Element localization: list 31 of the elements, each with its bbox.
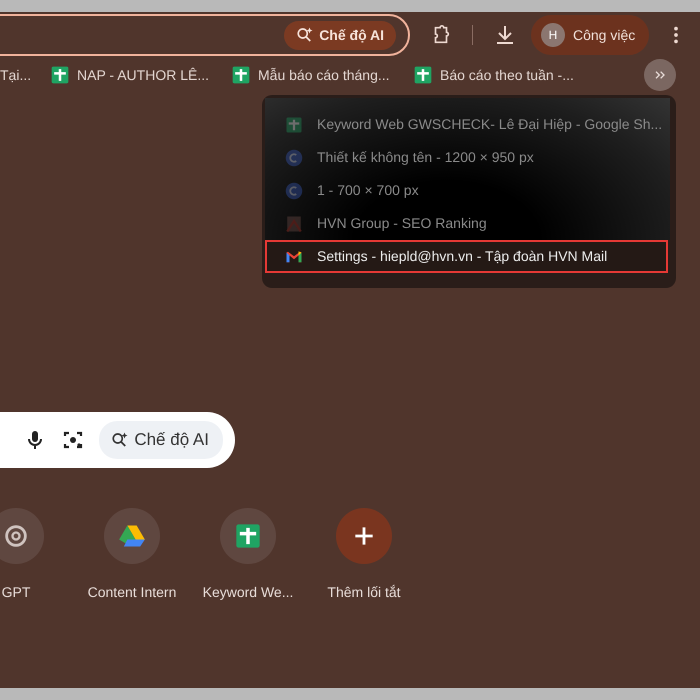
sheet-icon bbox=[413, 65, 433, 85]
menu-item[interactable]: HVN Group - SEO Ranking bbox=[265, 207, 668, 240]
ai-search-icon bbox=[296, 26, 314, 44]
c-logo-icon bbox=[285, 148, 303, 166]
avatar: H bbox=[541, 23, 565, 47]
search-box[interactable]: Chế độ AI bbox=[0, 412, 235, 468]
menu-item[interactable]: Keyword Web GWSCHECK- Lê Đại Hiệp - Google Sh... bbox=[265, 108, 668, 141]
sheet-icon bbox=[231, 65, 251, 85]
shortcut-label: GPT bbox=[2, 583, 30, 602]
bookmark[interactable]: Tại... bbox=[0, 64, 32, 86]
sheet-icon bbox=[234, 522, 262, 550]
shortcut-label: Thêm lối tắt bbox=[327, 583, 401, 602]
menu-item[interactable]: Settings - hiepld@hvn.vn - Tập đoàn HVN Mail bbox=[265, 240, 668, 273]
ai-mode-button[interactable]: Chế độ AI bbox=[99, 421, 223, 459]
bookmark[interactable]: Báo cáo theo tuần -... bbox=[413, 64, 574, 86]
profile-button[interactable]: H Công việc bbox=[531, 15, 650, 55]
sheet-icon bbox=[285, 116, 303, 134]
ai-mode-button[interactable]: Chế độ AI bbox=[284, 20, 396, 50]
shortcut-label: Keyword We... bbox=[202, 583, 294, 602]
bookmark[interactable]: NAP - AUTHOR LÊ... bbox=[50, 64, 209, 86]
ai-search-icon bbox=[111, 431, 130, 449]
bookmark-overflow-button[interactable] bbox=[644, 59, 676, 91]
address-bar[interactable]: Chế độ AI bbox=[0, 14, 410, 56]
menu-item[interactable]: 1 - 700 × 700 px bbox=[265, 174, 668, 207]
menu-item[interactable]: Thiết kế không tên - 1200 × 950 px bbox=[265, 141, 668, 174]
shortcut-label: Content Intern bbox=[88, 583, 176, 602]
profile-name: Công việc bbox=[573, 26, 636, 45]
c-logo-icon bbox=[285, 182, 303, 200]
sheet-icon bbox=[50, 65, 70, 85]
chart-logo-icon bbox=[285, 214, 303, 232]
bookmark[interactable]: Mẫu báo cáo tháng... bbox=[231, 64, 390, 86]
